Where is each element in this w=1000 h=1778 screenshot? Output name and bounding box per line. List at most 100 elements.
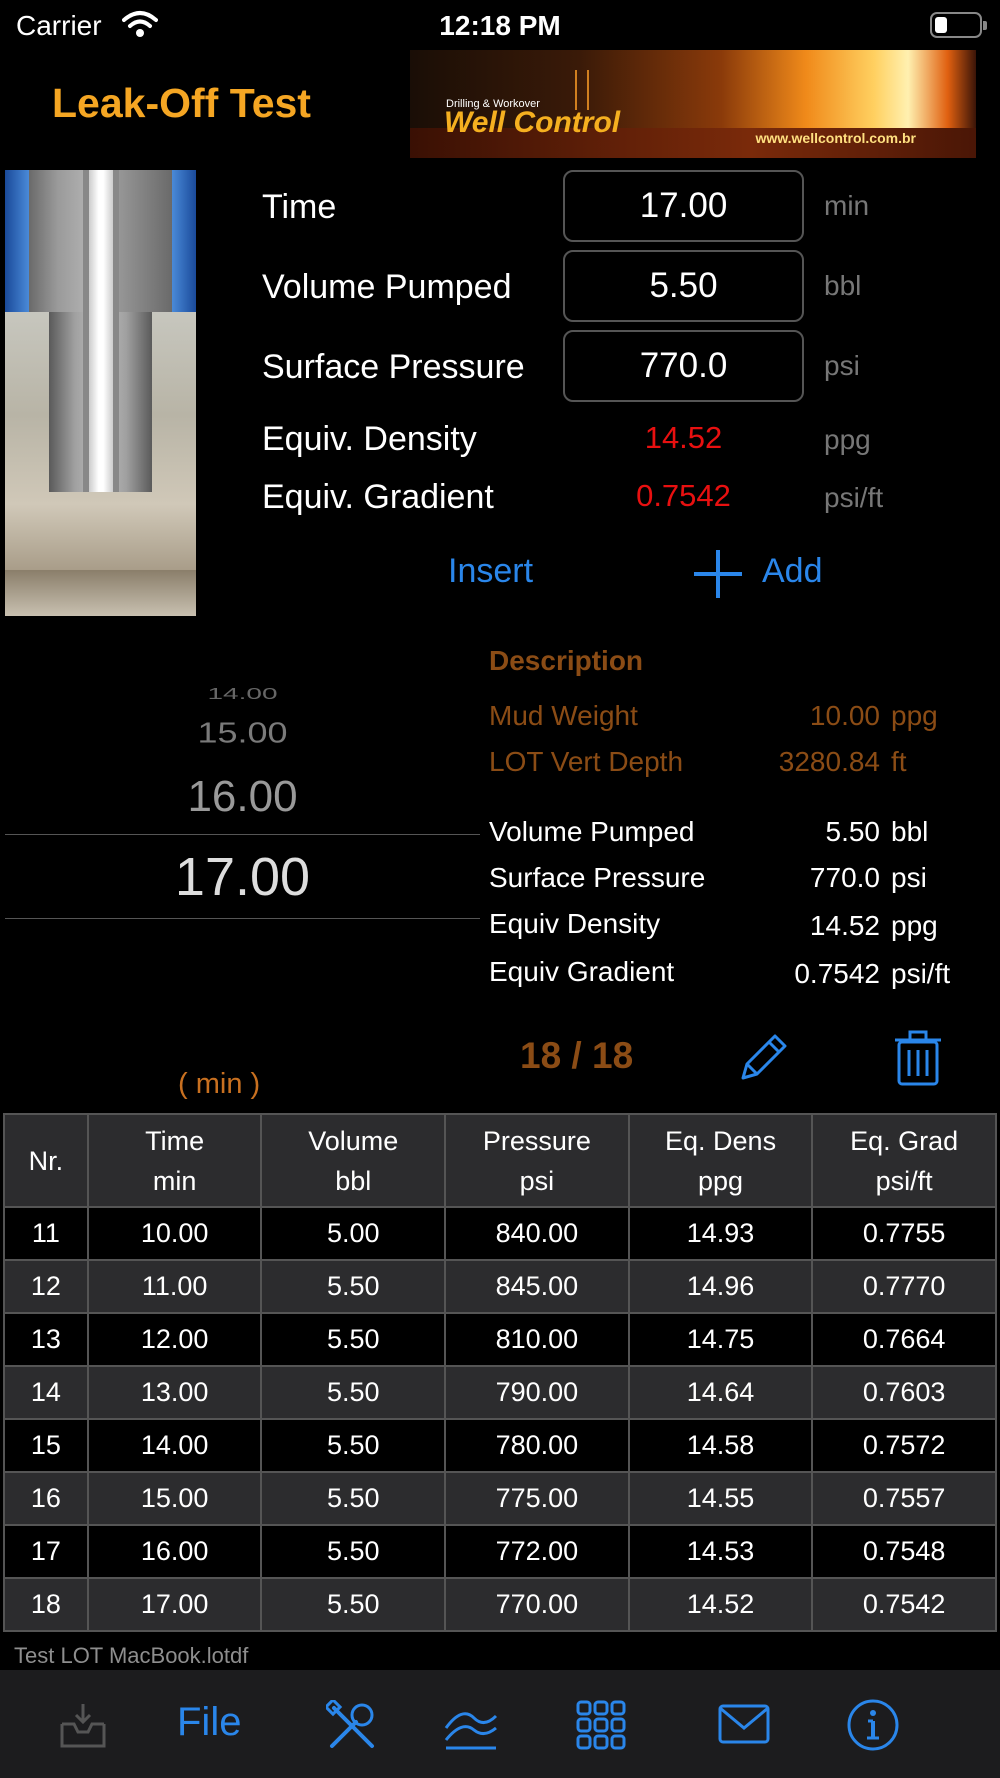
cell-eq-grad: 0.7770	[811, 1259, 997, 1314]
summary-pressure-label: Surface Pressure	[489, 862, 706, 893]
tab-grid[interactable]	[576, 1700, 626, 1750]
cell-pressure: 780.00	[444, 1418, 630, 1473]
pressure-unit: psi	[824, 350, 860, 381]
cell-nr: 17	[3, 1524, 89, 1579]
summary-gradient-value: 0.7542	[794, 958, 880, 989]
cell-eq-dens: 14.64	[627, 1365, 814, 1420]
picker-item[interactable]: 14.00	[5, 685, 480, 703]
gradient-unit: psi/ft	[824, 482, 884, 513]
cell-pressure: 790.00	[444, 1365, 630, 1420]
cell-volume: 5.50	[260, 1259, 447, 1314]
table-row[interactable]: 11 10.00 5.00 840.00 14.93 0.7755	[3, 1206, 997, 1261]
gradient-label: Equiv. Gradient	[262, 478, 494, 516]
cell-eq-grad: 0.7572	[811, 1418, 997, 1473]
table-row[interactable]: 17 16.00 5.50 772.00 14.53 0.7548	[3, 1524, 997, 1579]
cell-time: 13.00	[86, 1365, 263, 1420]
well-control-banner[interactable]: Drilling & Workover Well Control www.wel…	[410, 50, 976, 158]
gradient-value: 0.7542	[636, 478, 731, 513]
table-row[interactable]: 16 15.00 5.50 775.00 14.55 0.7557	[3, 1471, 997, 1526]
inbox-icon	[60, 1704, 106, 1748]
lot-depth-value: 3280.84	[778, 746, 880, 777]
status-bar: Carrier 12:18 PM	[0, 0, 1000, 50]
summary-density-label: Equiv Density	[489, 908, 661, 939]
density-label: Equiv. Density	[262, 420, 477, 458]
cell-volume: 5.50	[260, 1312, 447, 1367]
picker-unit-label: ( min )	[178, 1068, 261, 1100]
tab-chart[interactable]	[444, 1700, 498, 1750]
header-time: Time min	[86, 1113, 263, 1208]
time-label: Time	[262, 188, 337, 226]
pressure-input[interactable]	[563, 330, 804, 402]
file-name: Test LOT MacBook.lotdf	[14, 1643, 249, 1668]
cell-volume: 5.50	[260, 1471, 447, 1526]
lot-depth-label: LOT Vert Depth	[489, 746, 684, 777]
cell-volume: 5.50	[260, 1524, 447, 1579]
cell-eq-dens: 14.96	[627, 1259, 814, 1314]
tab-inbox[interactable]	[58, 1700, 108, 1750]
rig-icon	[575, 70, 589, 110]
cell-time: 14.00	[86, 1418, 263, 1473]
header-eq-dens: Eq. Dens ppg	[627, 1113, 814, 1208]
summary-gradient-unit: psi/ft	[891, 958, 951, 989]
table-row[interactable]: 13 12.00 5.50 810.00 14.75 0.7664	[3, 1312, 997, 1367]
cell-eq-grad: 0.7557	[811, 1471, 997, 1526]
table-row[interactable]: 12 11.00 5.50 845.00 14.96 0.7770	[3, 1259, 997, 1314]
cell-time: 16.00	[86, 1524, 263, 1579]
cell-nr: 12	[3, 1259, 89, 1314]
pressure-label: Surface Pressure	[262, 348, 525, 386]
cell-eq-dens: 14.93	[627, 1206, 814, 1261]
cell-eq-dens: 14.75	[627, 1312, 814, 1367]
cell-pressure: 810.00	[444, 1312, 630, 1367]
header-nr: Nr.	[3, 1113, 89, 1208]
cell-nr: 14	[3, 1365, 89, 1420]
table-row[interactable]: 14 13.00 5.50 790.00 14.64 0.7603	[3, 1365, 997, 1420]
cell-volume: 5.50	[260, 1418, 447, 1473]
mud-weight-label: Mud Weight	[489, 700, 638, 731]
lot-depth-unit: ft	[891, 746, 907, 777]
banner-brand: Well Control	[444, 106, 621, 139]
cell-pressure: 845.00	[444, 1259, 630, 1314]
cell-nr: 15	[3, 1418, 89, 1473]
summary-pressure-value: 770.0	[809, 862, 880, 893]
trash-icon[interactable]	[895, 1030, 941, 1086]
cell-nr: 16	[3, 1471, 89, 1526]
cell-volume: 5.00	[260, 1206, 447, 1261]
data-table[interactable]: Nr. Time min Volume bbl Pressure psi Eq. De…	[3, 1113, 997, 1632]
table-row[interactable]: 18 17.00 5.50 770.00 14.52 0.7542	[3, 1577, 997, 1632]
picker-item[interactable]: 15.00	[5, 716, 480, 750]
mud-weight-unit: ppg	[891, 700, 938, 731]
insert-button[interactable]: Insert	[448, 552, 533, 591]
plus-icon	[694, 550, 742, 598]
header-volume: Volume bbl	[260, 1113, 447, 1208]
time-input[interactable]	[563, 170, 804, 242]
time-picker[interactable]: 14.00 15.00 16.00 17.00	[5, 660, 480, 930]
picker-selected-item[interactable]: 17.00	[5, 846, 480, 908]
pencil-icon[interactable]	[735, 1030, 791, 1086]
summary-volume-unit: bbl	[891, 816, 929, 847]
summary-gradient-label: Equiv Gradient	[489, 956, 675, 987]
tab-file[interactable]: File	[177, 1700, 241, 1745]
tab-tools[interactable]	[326, 1700, 378, 1752]
tab-mail[interactable]	[718, 1704, 770, 1744]
page-title: Leak-Off Test	[52, 80, 311, 126]
banner-url: www.wellcontrol.com.br	[755, 130, 916, 146]
time-unit: min	[824, 190, 870, 221]
density-value: 14.52	[644, 420, 723, 455]
cell-time: 10.00	[86, 1206, 263, 1261]
cell-volume: 5.50	[260, 1577, 447, 1632]
volume-input[interactable]	[563, 250, 804, 322]
cell-eq-grad: 0.7664	[811, 1312, 997, 1367]
summary-volume-value: 5.50	[825, 816, 881, 847]
volume-label: Volume Pumped	[262, 268, 512, 306]
cell-pressure: 772.00	[444, 1524, 630, 1579]
table-header-row: Nr. Time min Volume bbl Pressure psi Eq. De…	[3, 1113, 997, 1208]
tools-icon	[326, 1700, 374, 1748]
battery-icon	[930, 12, 987, 38]
table-row[interactable]: 15 14.00 5.50 780.00 14.58 0.7572	[3, 1418, 997, 1473]
cell-eq-grad: 0.7542	[811, 1577, 997, 1632]
tab-info[interactable]	[846, 1698, 900, 1752]
mail-icon	[718, 1704, 770, 1744]
cell-nr: 18	[3, 1577, 89, 1632]
cell-eq-dens: 14.52	[627, 1577, 814, 1632]
picker-item[interactable]: 16.00	[5, 772, 480, 822]
